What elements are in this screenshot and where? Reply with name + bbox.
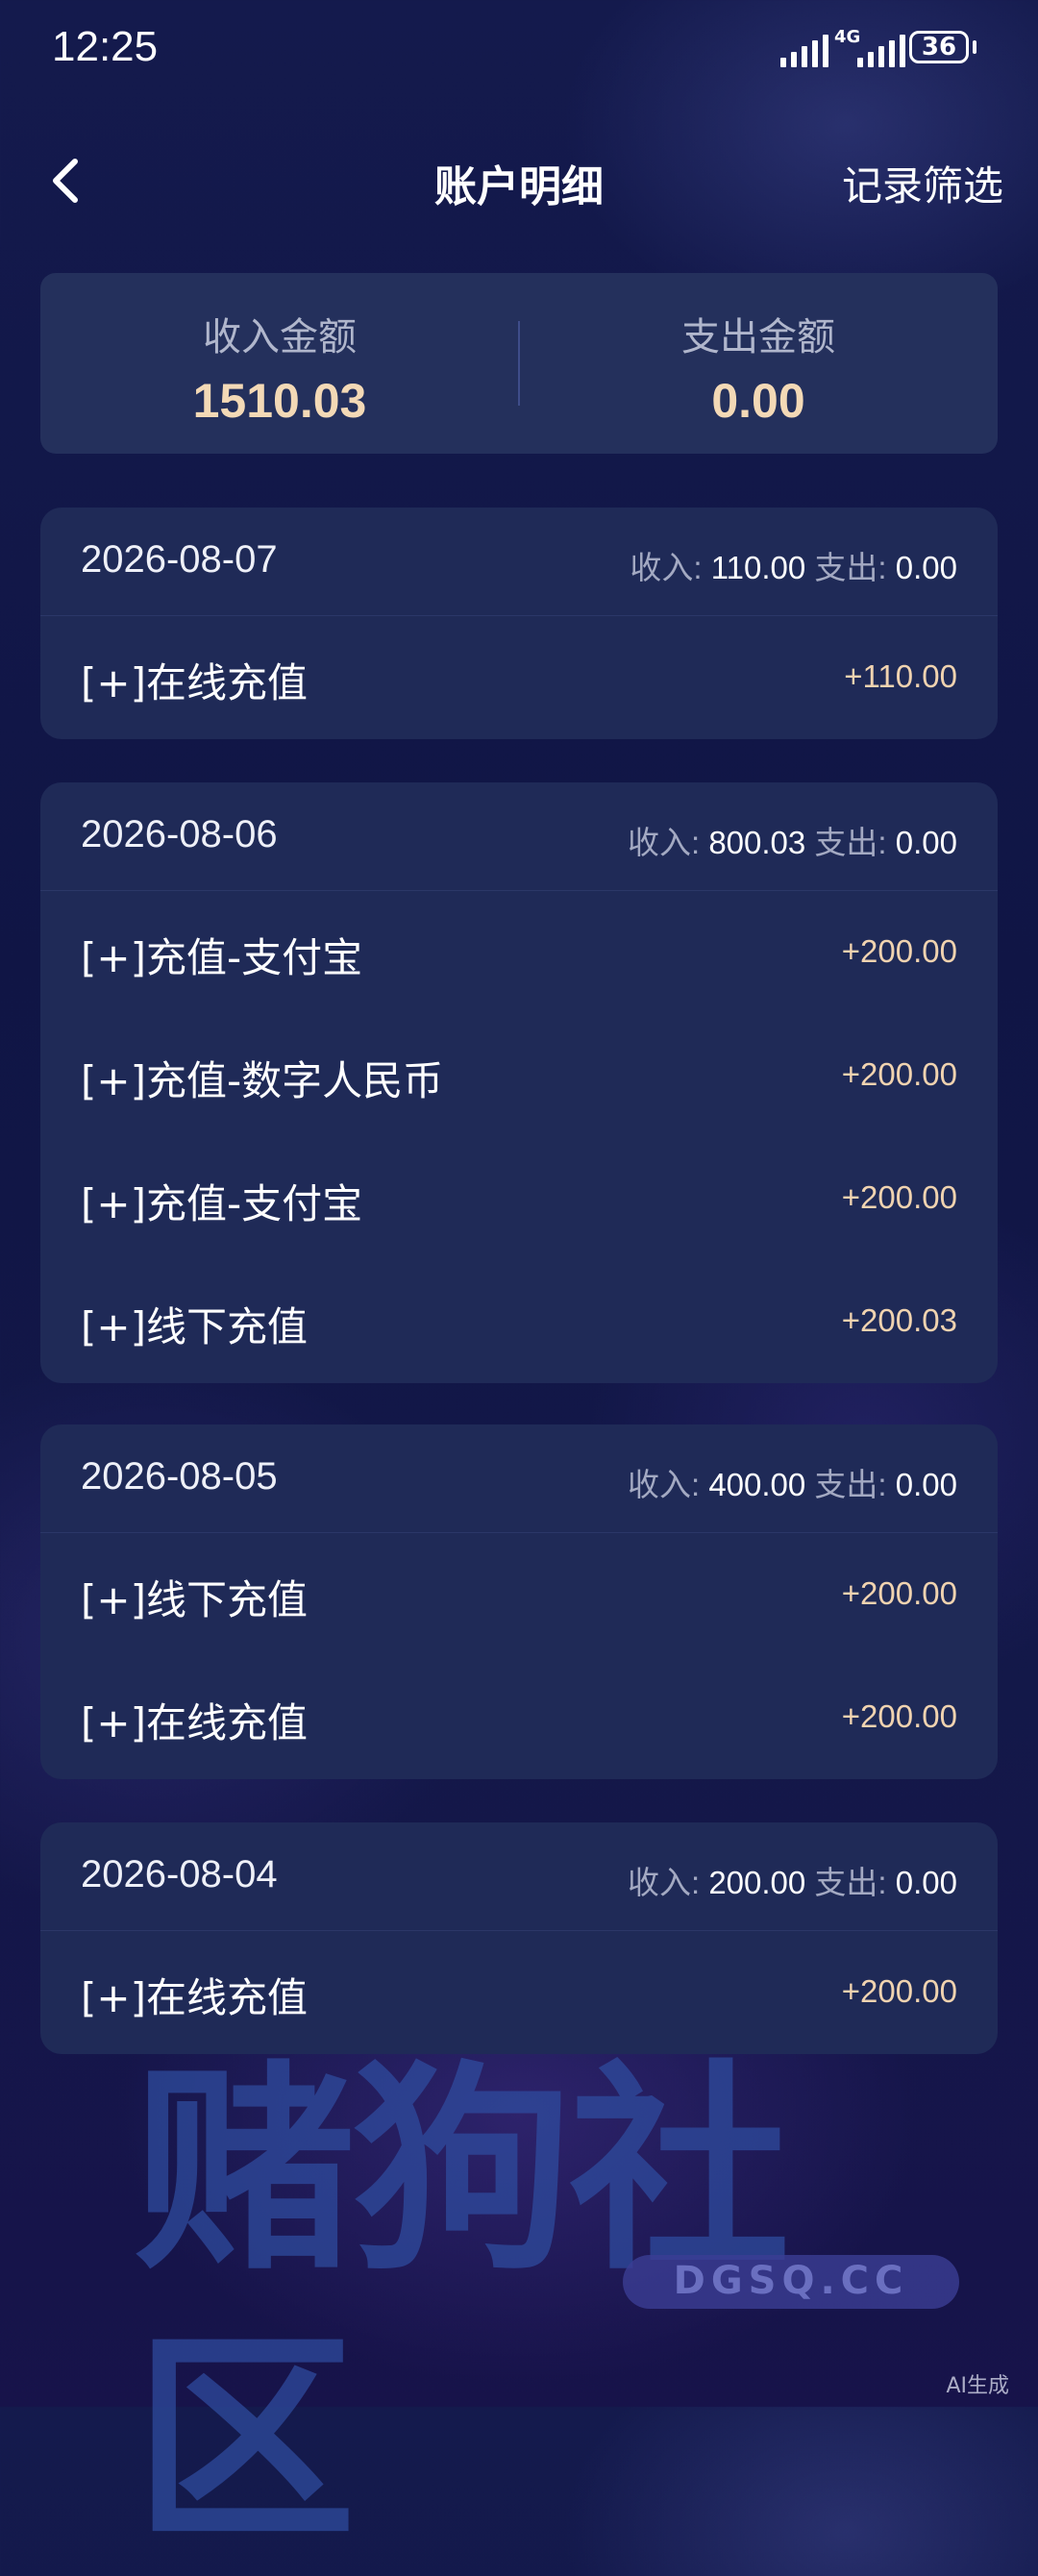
- income-total-label: 收入:: [627, 1865, 701, 1900]
- income-summary: 收入金额 1510.03: [40, 273, 519, 454]
- transaction-row[interactable]: [+]在线充值 +110.00: [40, 616, 998, 739]
- transaction-label: [+]在线充值: [81, 1699, 308, 1746]
- day-group-header: 2026-08-04 收入: 200.00 支出: 0.00: [40, 1822, 998, 1931]
- transaction-row[interactable]: [+]充值-支付宝 +200.00: [40, 891, 998, 1014]
- transaction-label: [+]充值-数字人民币: [81, 1057, 444, 1104]
- expense-total-value: 0.00: [895, 1865, 957, 1900]
- transaction-row[interactable]: [+]在线充值 +200.00: [40, 1656, 998, 1779]
- transaction-label: [+]在线充值: [81, 1974, 308, 2021]
- expense-total-label: 支出:: [814, 1467, 887, 1502]
- expense-total-value: 0.00: [895, 550, 957, 585]
- battery-icon: 36: [909, 31, 969, 63]
- group-date: 2026-08-06: [81, 813, 278, 855]
- expense-total-value: 0.00: [895, 825, 957, 860]
- expense-label: 支出金额: [681, 315, 835, 359]
- day-group-header: 2026-08-06 收入: 800.03 支出: 0.00: [40, 782, 998, 891]
- transaction-row[interactable]: [+]线下充值 +200.03: [40, 1260, 998, 1383]
- day-group-card: 2026-08-07 收入: 110.00 支出: 0.00 [+]在线充值 +…: [40, 508, 998, 739]
- expense-total-label: 支出:: [814, 550, 887, 585]
- status-bar: 12:25 4G 36: [0, 0, 1038, 100]
- day-group-header: 2026-08-07 收入: 110.00 支出: 0.00: [40, 508, 998, 616]
- income-total-label: 收入:: [630, 550, 703, 585]
- transaction-row[interactable]: [+]充值-支付宝 +200.00: [40, 1137, 998, 1260]
- income-label: 收入金额: [203, 315, 357, 359]
- transaction-amount: +200.03: [841, 1302, 957, 1338]
- day-group-card: 2026-08-06 收入: 800.03 支出: 0.00 [+]充值-支付宝…: [40, 782, 998, 1383]
- transaction-amount: +200.00: [841, 1698, 957, 1734]
- income-total-value: 200.00: [708, 1865, 806, 1900]
- group-totals: 收入: 200.00 支出: 0.00: [628, 1857, 957, 1903]
- ai-generated-badge: AI生成: [946, 2374, 1009, 2398]
- watermark-logo: 赌狗社区 DGSQ.CC: [96, 2038, 959, 2569]
- transaction-row[interactable]: [+]在线充值 +200.00: [40, 1931, 998, 2054]
- expense-total-value: 0.00: [895, 1467, 957, 1502]
- day-group-card: 2026-08-04 收入: 200.00 支出: 0.00 [+]在线充值 +…: [40, 1822, 998, 2054]
- income-value: 1510.03: [192, 374, 367, 428]
- record-filter-button[interactable]: 记录筛选: [842, 154, 1003, 212]
- transaction-amount: +200.00: [841, 1973, 957, 2009]
- transaction-amount: +200.00: [841, 1575, 957, 1611]
- expense-total-label: 支出:: [814, 825, 887, 860]
- signal-icon: [780, 33, 828, 67]
- transaction-amount: +200.00: [841, 1179, 957, 1215]
- nav-bar: 账户明细 记录筛选: [0, 135, 1038, 227]
- transaction-amount: +200.00: [841, 933, 957, 969]
- expense-summary: 支出金额 0.00: [519, 273, 998, 454]
- transaction-label: [+]线下充值: [81, 1303, 308, 1350]
- transaction-label: [+]在线充值: [81, 659, 308, 706]
- transaction-row[interactable]: [+]线下充值 +200.00: [40, 1533, 998, 1656]
- battery-level: 36: [921, 33, 957, 62]
- transaction-label: [+]充值-支付宝: [81, 934, 363, 981]
- group-date: 2026-08-04: [81, 1853, 278, 1895]
- watermark-url: DGSQ.CC: [673, 2259, 909, 2303]
- income-total-label: 收入:: [627, 1467, 701, 1502]
- expense-total-label: 支出:: [814, 1865, 887, 1900]
- day-group-card: 2026-08-05 收入: 400.00 支出: 0.00 [+]线下充值 +…: [40, 1424, 998, 1779]
- income-total-label: 收入:: [627, 825, 701, 860]
- status-time: 12:25: [52, 23, 159, 70]
- transaction-label: [+]充值-支付宝: [81, 1180, 363, 1227]
- transaction-amount: +110.00: [844, 658, 957, 694]
- summary-card: 收入金额 1510.03 支出金额 0.00: [40, 273, 998, 454]
- transaction-amount: +200.00: [841, 1056, 957, 1092]
- transaction-label: [+]线下充值: [81, 1576, 308, 1623]
- group-date: 2026-08-05: [81, 1455, 278, 1498]
- group-totals: 收入: 800.03 支出: 0.00: [628, 817, 957, 863]
- day-group-header: 2026-08-05 收入: 400.00 支出: 0.00: [40, 1424, 998, 1533]
- income-total-value: 400.00: [708, 1467, 806, 1502]
- group-totals: 收入: 400.00 支出: 0.00: [628, 1459, 957, 1505]
- income-total-value: 800.03: [708, 825, 806, 860]
- expense-value: 0.00: [711, 374, 805, 428]
- group-totals: 收入: 110.00 支出: 0.00: [630, 542, 957, 588]
- transaction-row[interactable]: [+]充值-数字人民币 +200.00: [40, 1014, 998, 1137]
- group-date: 2026-08-07: [81, 538, 278, 581]
- battery-cap: [973, 40, 976, 54]
- income-total-value: 110.00: [710, 550, 806, 585]
- signal-icon-2: [857, 33, 905, 67]
